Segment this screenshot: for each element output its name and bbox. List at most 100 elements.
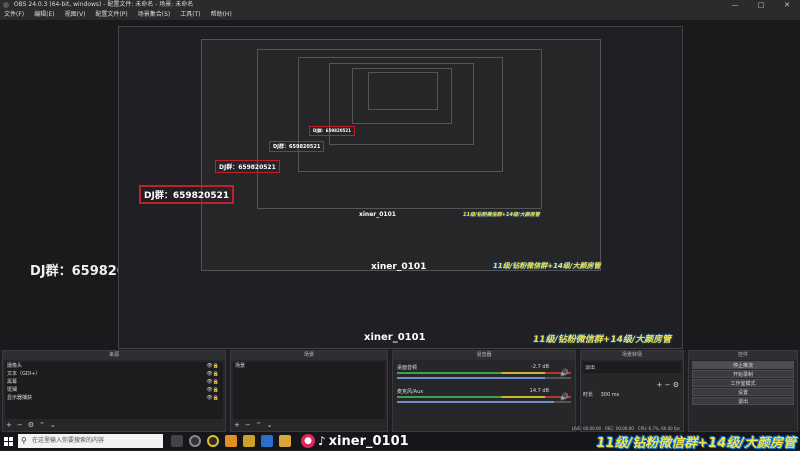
app-icon-gold[interactable] — [243, 435, 255, 447]
studio-mode-button[interactable]: 工作室模式 — [692, 379, 794, 387]
app-icon-blue[interactable] — [261, 435, 273, 447]
taskbar-apps — [171, 435, 291, 447]
status-bar: LIVE: 00:00:00 REC: 00:00:00 CPU: 6.7%, … — [572, 426, 680, 431]
rec-status: REC: 00:00:00 — [605, 426, 634, 431]
scene-up-button[interactable]: ⌃ — [256, 421, 262, 429]
controls-title: 控件 — [689, 351, 797, 360]
tiktok-icon: ♪ — [318, 434, 326, 448]
menu-profile[interactable]: 配置文件(P) — [95, 10, 127, 20]
add-source-button[interactable]: + — [6, 421, 12, 429]
eye-lock-icon[interactable]: 👁🔒 — [206, 362, 219, 370]
stop-streaming-button[interactable]: 停止推流 — [692, 361, 794, 369]
inner-ad-text: 11级/钻粉微信群+14级/大颜房管 — [493, 262, 601, 270]
dj-box-xsmall: DJ群：659820521 — [309, 126, 355, 136]
record-icon: ● — [301, 434, 315, 448]
start-recording-button[interactable]: 开始录制 — [692, 370, 794, 378]
volume-meter — [397, 372, 571, 374]
app-icon-orange[interactable] — [225, 435, 237, 447]
transition-add-remove[interactable]: + − ⚙ — [581, 381, 683, 389]
inner-tiktok-handle: xiner_0101 — [371, 262, 427, 272]
obs-app-icon[interactable] — [189, 435, 201, 447]
menu-bar: 文件(F) 编辑(E) 视图(V) 配置文件(P) 场景集合(S) 工具(T) … — [0, 10, 800, 20]
maximize-button[interactable]: □ — [748, 0, 774, 10]
menu-help[interactable]: 帮助(H) — [211, 10, 232, 20]
dj-box-medium: DJ群：659820521 — [215, 160, 280, 173]
scenes-list: 场景 — [233, 362, 385, 419]
menu-scene-collection[interactable]: 场景集合(S) — [138, 10, 171, 20]
mixer-track-desktop: 桌面音频 -2.7 dB 🔊 — [397, 364, 571, 379]
tiktok-overlay: ● ♪ xiner_0101 — [301, 434, 409, 449]
sources-toolbar: + − ⚙ ⌃ ⌄ — [6, 421, 56, 429]
minimize-button[interactable]: — — [722, 0, 748, 10]
live-status: LIVE: 00:00:00 — [571, 426, 602, 431]
cpu-status: CPU: 6.7%, 60.00 fps — [637, 426, 680, 431]
remove-scene-button[interactable]: − — [245, 421, 251, 429]
inner-ad-text-small: 11级/钻粉微信群+14级/大颜房管 — [463, 212, 540, 218]
source-item[interactable]: 斑斓 👁🔒 — [5, 386, 223, 394]
window-title: OBS 24.0.3 (64-bit, windows) - 配置文件: 未命名… — [13, 1, 194, 8]
app-icon-yellow[interactable] — [207, 435, 219, 447]
tiktok-handle: xiner_0101 — [328, 433, 409, 449]
nested-preview-1: DJ群：659820521 DJ群：659820521 DJ群：65982052… — [118, 26, 683, 349]
eye-lock-icon[interactable]: 👁🔒 — [206, 378, 219, 386]
inner-ad-text-large: 11级/钻粉微信群+14级/大颜房管 — [533, 335, 672, 345]
nested-preview-2 — [201, 39, 601, 271]
transitions-dock: 场景转场 淡出 + − ⚙ 时长 300 ms — [580, 350, 684, 432]
inner-tiktok-handle-large: xiner_0101 — [364, 332, 426, 343]
sources-list: 摄像头 👁🔒 文本（GDI+） 👁🔒 黑幕 👁🔒 斑斓 👁🔒 显示器捕获 👁🔒 — [5, 362, 223, 419]
sources-dock: 来源 摄像头 👁🔒 文本（GDI+） 👁🔒 黑幕 👁🔒 斑斓 👁🔒 显示器捕获 👁🔒 + … — [2, 350, 226, 432]
window-controls: — □ ✕ — [722, 0, 800, 10]
eye-lock-icon[interactable]: 👁🔒 — [206, 386, 219, 394]
dock-area: 来源 摄像头 👁🔒 文本（GDI+） 👁🔒 黑幕 👁🔒 斑斓 👁🔒 显示器捕获 👁🔒 + … — [0, 350, 800, 432]
source-item[interactable]: 文本（GDI+） 👁🔒 — [5, 370, 223, 378]
move-up-button[interactable]: ⌃ — [39, 421, 45, 429]
nested-preview-4 — [298, 57, 503, 172]
eye-lock-icon[interactable]: 👁🔒 — [206, 370, 219, 378]
obs-icon — [3, 1, 9, 8]
menu-file[interactable]: 文件(F) — [4, 10, 24, 20]
menu-tools[interactable]: 工具(T) — [180, 10, 200, 20]
sources-title: 来源 — [3, 351, 225, 360]
eye-lock-icon[interactable]: 👁🔒 — [206, 394, 219, 402]
source-item[interactable]: 显示器捕获 👁🔒 — [5, 394, 223, 402]
scenes-dock: 场景 场景 + − ⌃ ⌄ — [230, 350, 388, 432]
mixer-tracks: 桌面音频 -2.7 dB 🔊 麦克风/Aux 14.7 dB 🔊 — [395, 362, 573, 406]
source-item[interactable]: 黑幕 👁🔒 — [5, 378, 223, 386]
scene-down-button[interactable]: ⌄ — [267, 421, 273, 429]
remove-source-button[interactable]: − — [17, 421, 23, 429]
mixer-title: 混音器 — [393, 351, 575, 360]
volume-meter — [397, 396, 571, 398]
volume-slider[interactable] — [397, 401, 571, 403]
scenes-title: 场景 — [231, 351, 387, 360]
task-view-icon[interactable] — [171, 435, 183, 447]
speaker-icon[interactable]: 🔊 — [560, 393, 569, 401]
mixer-track-mic: 麦克风/Aux 14.7 dB 🔊 — [397, 388, 571, 403]
volume-slider[interactable] — [397, 377, 571, 379]
nested-preview-6 — [352, 68, 452, 124]
windows-icon — [3, 436, 13, 446]
inner-tiktok-handle-small: xiner_0101 — [359, 211, 396, 218]
source-item[interactable]: 摄像头 👁🔒 — [5, 362, 223, 370]
taskbar: 在这里输入你要搜索的内容 ● ♪ xiner_0101 11级/钻粉微信群+14… — [0, 432, 800, 451]
transitions-title: 场景转场 — [581, 351, 683, 360]
nested-preview-7 — [368, 72, 438, 110]
scenes-toolbar: + − ⌃ ⌄ — [234, 421, 273, 429]
add-scene-button[interactable]: + — [234, 421, 240, 429]
speaker-icon[interactable]: 🔊 — [560, 369, 569, 377]
close-button[interactable]: ✕ — [774, 0, 800, 10]
taskbar-search[interactable]: 在这里输入你要搜索的内容 — [18, 434, 163, 448]
start-button[interactable] — [0, 432, 16, 450]
settings-button[interactable]: 设置 — [692, 388, 794, 396]
app-icon-folder[interactable] — [279, 435, 291, 447]
transition-select[interactable]: 淡出 — [583, 362, 681, 373]
duration-field[interactable]: 时长 300 ms — [581, 389, 683, 400]
dj-box-small: DJ群：659820521 — [269, 141, 325, 152]
mixer-dock: 混音器 桌面音频 -2.7 dB 🔊 麦克风/Aux 14.7 dB 🔊 — [392, 350, 576, 432]
exit-button[interactable]: 退出 — [692, 397, 794, 405]
source-settings-button[interactable]: ⚙ — [28, 421, 34, 429]
menu-view[interactable]: 视图(V) — [65, 10, 86, 20]
menu-edit[interactable]: 编辑(E) — [34, 10, 54, 20]
move-down-button[interactable]: ⌄ — [50, 421, 56, 429]
ad-banner: 11级/钻粉微信群+14级/大颜房管 — [596, 435, 796, 451]
scene-item[interactable]: 场景 — [233, 362, 385, 370]
